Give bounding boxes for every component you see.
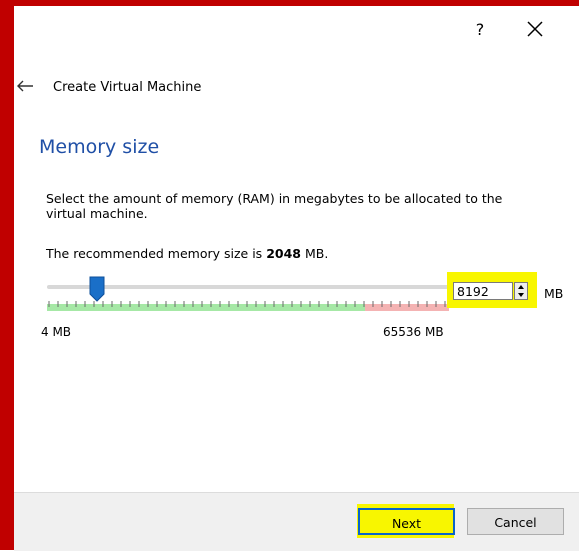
memory-slider-track[interactable]: [47, 285, 449, 289]
memory-size-input[interactable]: 8192: [453, 282, 513, 300]
memory-size-spinner[interactable]: [514, 282, 528, 300]
dialog-title: Create Virtual Machine: [53, 80, 202, 95]
spin-up-icon[interactable]: [518, 285, 524, 289]
memory-slider-thumb[interactable]: [89, 276, 105, 302]
arrow-left-icon: [17, 80, 33, 92]
slider-min-label: 4 MB: [41, 325, 72, 339]
memory-unit-label: MB: [544, 286, 564, 301]
recommended-value: 2048: [266, 246, 301, 261]
recommended-memory-text: The recommended memory size is 2048 MB.: [46, 246, 328, 261]
section-title: Memory size: [39, 136, 160, 158]
spin-down-icon[interactable]: [518, 293, 524, 297]
slider-safe-zone: [47, 304, 365, 311]
memory-description: Select the amount of memory (RAM) in meg…: [46, 191, 503, 221]
help-button[interactable]: ?: [470, 20, 490, 40]
cancel-button[interactable]: Cancel: [467, 508, 564, 535]
recommended-prefix: The recommended memory size is: [46, 246, 263, 261]
window-frame-left: [0, 0, 14, 550]
slider-max-label: 65536 MB: [383, 325, 444, 339]
close-icon: [527, 21, 543, 37]
recommended-suffix: MB.: [304, 246, 329, 261]
back-button[interactable]: [16, 78, 34, 92]
memory-slider-ticks: [47, 301, 449, 311]
close-button[interactable]: [523, 17, 547, 41]
next-button[interactable]: Next: [358, 508, 455, 535]
